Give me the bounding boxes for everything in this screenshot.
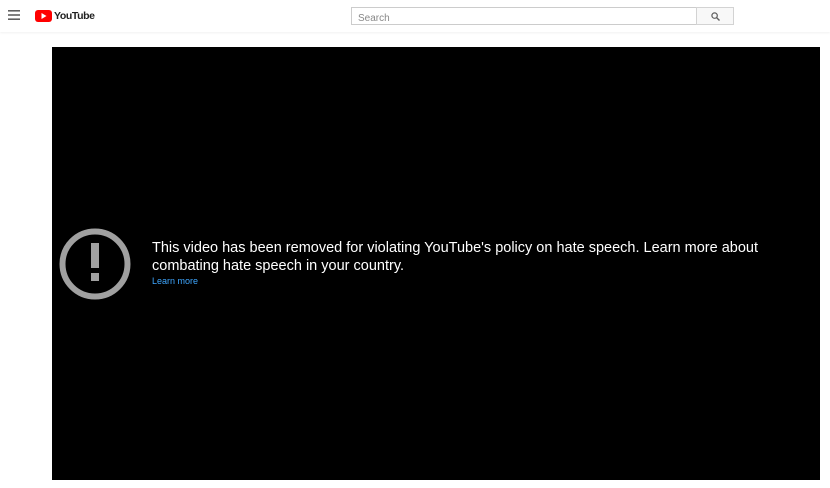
magnifier-icon	[710, 11, 720, 21]
hamburger-menu-icon	[8, 10, 20, 20]
search-button[interactable]	[696, 7, 734, 25]
youtube-play-logo-icon	[35, 10, 52, 22]
search-box[interactable]	[351, 7, 696, 27]
exclamation-circle-icon	[59, 228, 131, 300]
masthead: YouTube	[0, 0, 830, 32]
learn-more-link[interactable]: Learn more	[152, 276, 198, 286]
search-input[interactable]	[352, 10, 696, 27]
logo-wordmark: YouTube	[54, 10, 95, 22]
youtube-logo[interactable]: YouTube	[35, 8, 95, 24]
error-message: This video has been removed for violatin…	[152, 240, 758, 274]
guide-menu-button[interactable]	[4, 5, 24, 25]
